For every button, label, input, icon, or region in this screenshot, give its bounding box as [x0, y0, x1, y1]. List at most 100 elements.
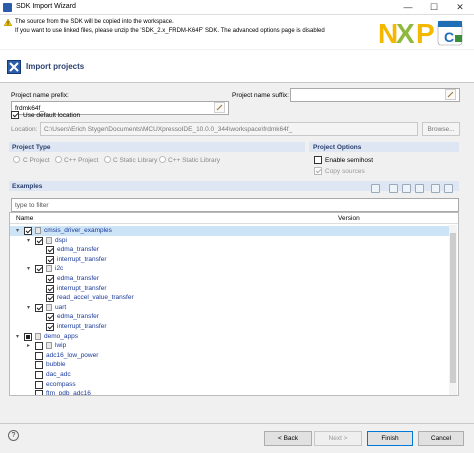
default-location-label: Use default location [23, 112, 81, 119]
collapse-all-icon[interactable] [444, 184, 453, 193]
tree-row-checkbox[interactable] [46, 294, 54, 303]
tree-row[interactable]: ▸ lwip [10, 341, 450, 351]
tree-row-checkbox[interactable] [35, 342, 43, 351]
scrollbar-thumb[interactable] [450, 233, 456, 383]
expand-arrow-icon[interactable]: ▾ [27, 237, 30, 244]
tree-row[interactable]: dac_adc [10, 370, 450, 380]
tree-row-checkbox[interactable] [46, 284, 54, 293]
tree-row-checkbox[interactable] [46, 323, 54, 331]
tree-row[interactable]: bubble [10, 360, 450, 370]
tree-row[interactable]: edma_transfer [10, 312, 450, 322]
tree-row-checkbox[interactable] [46, 313, 54, 322]
tree-row-label: read_accel_value_transfer [57, 294, 134, 302]
bottom-divider [0, 423, 474, 424]
tree-row[interactable]: adc16_low_power [10, 351, 450, 361]
back-button[interactable]: < Back [264, 431, 312, 446]
copy-sources-checkbox [314, 167, 322, 175]
tree-row[interactable]: ▾ i2c [10, 264, 450, 274]
tree-row[interactable]: ecompass [10, 380, 450, 390]
expand-arrow-icon[interactable]: ▾ [16, 333, 19, 340]
tree-row-checkbox[interactable] [35, 371, 43, 379]
page-title: Import projects [26, 62, 85, 71]
tree-row-label: uart [55, 303, 67, 311]
cancel-button[interactable]: Cancel [418, 431, 464, 446]
default-location-checkbox[interactable] [11, 111, 19, 119]
tree-row-checkbox[interactable] [35, 361, 43, 370]
folder-icon [35, 227, 41, 234]
tree-row-label: dspi [55, 236, 67, 244]
tree-row[interactable]: ▾ demo_apps [10, 332, 450, 342]
tree-row-label: lwip [55, 342, 67, 350]
tree-row-label: adc16_low_power [46, 351, 99, 359]
tree-row-checkbox[interactable] [46, 275, 54, 283]
expand-all-icon[interactable] [431, 184, 440, 193]
tree-row-label: cmsis_driver_examples [44, 227, 112, 234]
help-icon[interactable]: ? [8, 430, 19, 441]
tree-scrollbar[interactable] [449, 225, 457, 395]
tree-row[interactable]: interrupt_transfer [10, 255, 450, 265]
radio-c-project-label: C Project [23, 157, 50, 164]
edit-icon[interactable] [389, 184, 398, 193]
examples-tree: Name Version ▾ cmsis_driver_examples ▾ dspi… [9, 212, 459, 396]
close-button[interactable]: ✕ [447, 0, 473, 15]
tree-row[interactable]: interrupt_transfer [10, 322, 450, 332]
tree-row-checkbox[interactable] [35, 351, 43, 360]
tree-row-checkbox[interactable] [35, 390, 43, 395]
tree-row[interactable]: ▾ uart [10, 303, 450, 313]
title-bar: SDK Import Wizard — ☐ ✕ [0, 0, 474, 15]
folder-icon [46, 265, 52, 273]
expand-arrow-icon[interactable]: ▾ [16, 227, 19, 234]
deselect-all-icon[interactable] [415, 184, 424, 193]
radio-cpp-project[interactable] [55, 156, 62, 163]
select-all-icon[interactable] [402, 184, 411, 193]
filter-input[interactable]: type to filter [11, 198, 459, 212]
window-title: SDK Import Wizard [16, 3, 76, 10]
button-bar: ? < Back Next > Finish Cancel [0, 425, 474, 453]
radio-cpp-static-lib[interactable] [159, 156, 166, 163]
radio-c-static-lib-label: C Static Library [113, 157, 158, 164]
semihost-checkbox[interactable] [314, 156, 322, 164]
expand-arrow-icon[interactable]: ▸ [27, 342, 30, 349]
maximize-button[interactable]: ☐ [421, 0, 447, 15]
import-projects-icon [7, 60, 21, 74]
copy-sources-label: Copy sources [325, 168, 365, 175]
tree-row-label: edma_transfer [57, 275, 99, 282]
tree-row[interactable]: edma_transfer [10, 274, 450, 284]
tree-row-checkbox[interactable] [35, 380, 43, 389]
column-version-header[interactable]: Version [338, 215, 360, 222]
suffix-input[interactable] [290, 88, 460, 102]
page-banner: Import projects [0, 50, 474, 83]
radio-c-static-lib[interactable] [104, 156, 111, 163]
tree-header: Name Version [10, 213, 458, 224]
tree-row-checkbox[interactable] [35, 236, 43, 245]
tree-row-checkbox[interactable] [46, 255, 54, 264]
expand-arrow-icon[interactable]: ▾ [27, 304, 30, 311]
examples-title: Examples [12, 183, 43, 190]
tree-row[interactable]: ▾ dspi [10, 236, 450, 246]
suffix-edit-icon[interactable] [445, 89, 456, 100]
tree-row-checkbox[interactable] [24, 227, 32, 235]
folder-icon [46, 303, 52, 311]
tree-row[interactable]: interrupt_transfer [10, 284, 450, 294]
expand-arrow-icon[interactable]: ▾ [27, 265, 30, 272]
tree-row[interactable]: ▾ cmsis_driver_examples [10, 226, 450, 236]
tree-row-checkbox[interactable] [35, 265, 43, 274]
folder-icon [35, 332, 41, 340]
minimize-button[interactable]: — [395, 0, 421, 15]
prefix-edit-icon[interactable] [214, 102, 225, 113]
tree-row-label: ecompass [46, 380, 76, 388]
tree-row[interactable]: read_accel_value_transfer [10, 293, 450, 303]
finish-button[interactable]: Finish [367, 431, 413, 446]
radio-c-project[interactable] [13, 156, 20, 163]
browse-button: Browse... [422, 122, 460, 136]
import-from-file-icon[interactable] [371, 184, 380, 193]
tree-row-checkbox[interactable] [24, 332, 32, 341]
warning-text-line1: The source from the SDK will be copied i… [15, 19, 174, 25]
radio-cpp-static-lib-label: C++ Static Library [168, 157, 221, 164]
tree-row-checkbox[interactable] [46, 246, 54, 255]
tree-row[interactable]: edma_transfer [10, 245, 450, 255]
tree-row-checkbox[interactable] [35, 303, 43, 312]
tree-row[interactable]: ftm_pdb_adc16 [10, 389, 450, 395]
radio-cpp-project-label: C++ Project [64, 157, 99, 164]
column-name-header[interactable]: Name [16, 215, 33, 222]
